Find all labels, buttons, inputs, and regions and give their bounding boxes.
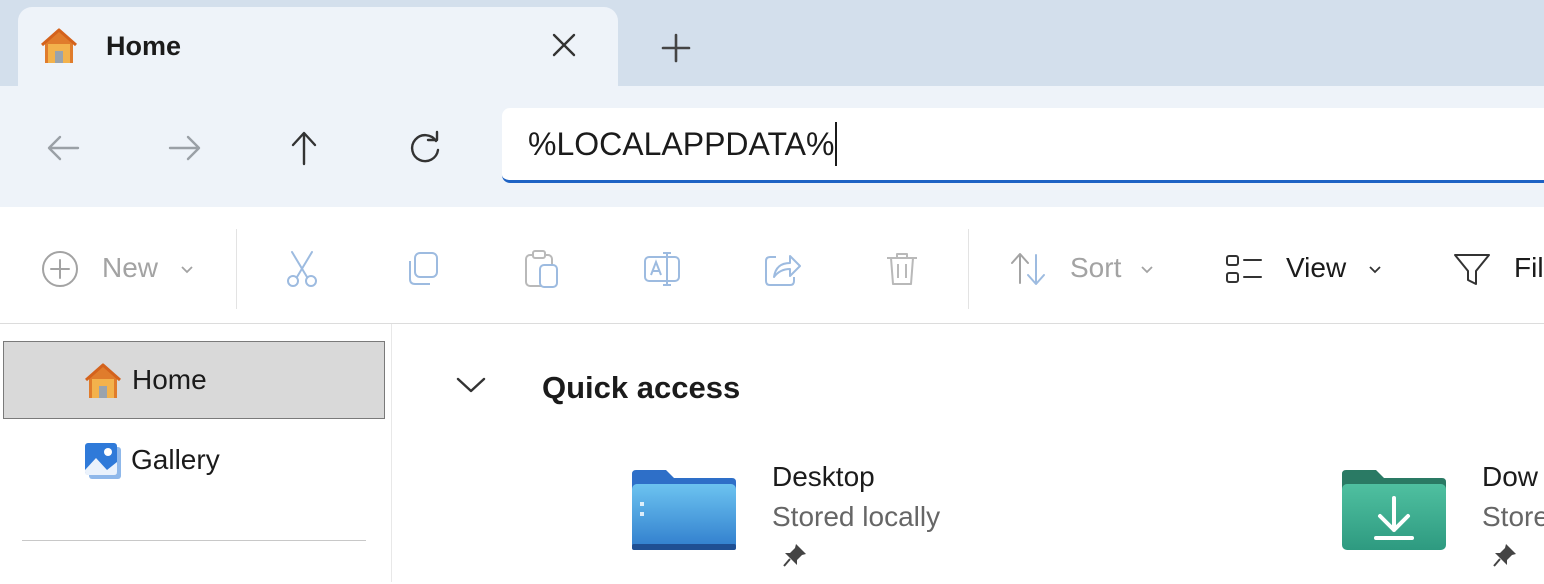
address-input[interactable]: %LOCALAPPDATA% bbox=[528, 121, 838, 166]
copy-icon[interactable] bbox=[402, 249, 442, 289]
sidebar-item-label: Gallery bbox=[131, 444, 220, 475]
arrow-left-icon[interactable] bbox=[44, 128, 84, 168]
address-bar[interactable]: %LOCALAPPDATA% bbox=[502, 108, 1544, 183]
text-caret bbox=[835, 121, 838, 166]
quick-access-item[interactable]: Dow Store bbox=[1338, 464, 1544, 584]
navigation-bar: %LOCALAPPDATA% bbox=[0, 86, 1544, 208]
filter-icon bbox=[1454, 254, 1490, 285]
quick-access-status: Stored locally bbox=[772, 501, 941, 532]
tab-home[interactable]: Home bbox=[18, 7, 618, 87]
sidebar-item-gallery[interactable]: Gallery bbox=[3, 422, 385, 500]
delete-icon[interactable] bbox=[882, 249, 922, 289]
sidebar-divider bbox=[22, 540, 366, 541]
desktop-folder-icon bbox=[632, 470, 736, 550]
home-icon bbox=[85, 363, 121, 398]
chevron-down-icon bbox=[1141, 266, 1153, 274]
arrow-right-icon[interactable] bbox=[164, 128, 204, 168]
plus-icon[interactable] bbox=[658, 30, 694, 66]
command-bar: New Sort View Fil bbox=[0, 207, 1544, 324]
filter-button[interactable]: Fil bbox=[1452, 207, 1544, 323]
sidebar-item-label: Home bbox=[132, 364, 207, 395]
downloads-folder-icon bbox=[1342, 470, 1446, 550]
content-pane: Quick access Desktop Stored locally Dow … bbox=[392, 324, 1544, 582]
view-button[interactable]: View bbox=[1224, 207, 1394, 323]
close-icon[interactable] bbox=[548, 29, 580, 61]
separator bbox=[236, 229, 237, 309]
section-title: Quick access bbox=[542, 370, 741, 405]
pin-icon bbox=[1493, 544, 1516, 567]
paste-icon[interactable] bbox=[522, 249, 562, 289]
tab-title: Home bbox=[106, 31, 182, 61]
sort-button[interactable]: Sort bbox=[1008, 207, 1168, 323]
rename-icon[interactable] bbox=[642, 249, 682, 289]
refresh-icon[interactable] bbox=[405, 128, 445, 168]
sort-icon bbox=[1011, 253, 1045, 285]
chevron-down-icon[interactable] bbox=[454, 374, 488, 396]
quick-access-name: Dow bbox=[1482, 464, 1539, 492]
new-label: New bbox=[102, 252, 159, 283]
navigation-pane: Home Gallery bbox=[0, 324, 392, 582]
view-icon bbox=[1226, 255, 1262, 283]
gallery-icon bbox=[85, 443, 121, 479]
share-icon[interactable] bbox=[762, 249, 802, 289]
home-icon bbox=[41, 28, 77, 63]
arrow-up-icon[interactable] bbox=[284, 128, 324, 168]
tab-strip: Home bbox=[0, 0, 1544, 87]
view-label: View bbox=[1286, 252, 1347, 283]
chevron-down-icon bbox=[1369, 266, 1381, 274]
sort-label: Sort bbox=[1070, 252, 1122, 283]
quick-access-status: Store bbox=[1482, 501, 1544, 532]
new-button[interactable]: New bbox=[40, 207, 200, 323]
cut-icon[interactable] bbox=[282, 249, 322, 289]
quick-access-name: Desktop bbox=[772, 461, 875, 492]
pin-icon bbox=[783, 544, 806, 567]
separator bbox=[968, 229, 969, 309]
sidebar-item-home[interactable]: Home bbox=[3, 341, 385, 419]
quick-access-item[interactable]: Desktop Stored locally bbox=[628, 461, 1088, 584]
plus-circle-icon bbox=[42, 251, 78, 287]
chevron-down-icon bbox=[181, 266, 193, 274]
filter-label: Fil bbox=[1514, 252, 1544, 283]
